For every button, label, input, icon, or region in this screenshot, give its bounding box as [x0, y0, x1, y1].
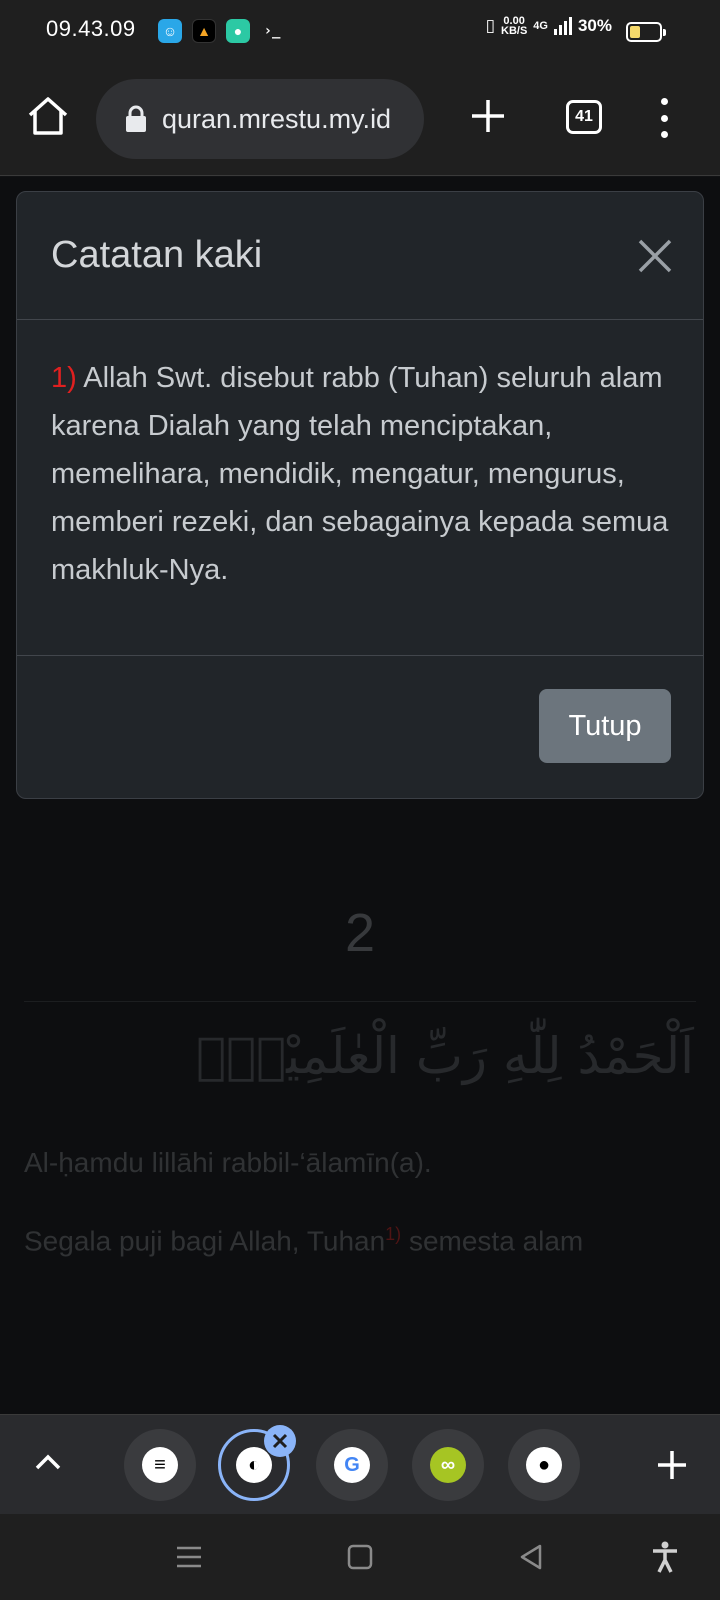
tab-count: 41 [575, 108, 593, 125]
battery-icon [626, 22, 666, 42]
notification-icons: ☺ ▲ ● ›_ [158, 19, 284, 43]
close-button[interactable]: Tutup [539, 689, 671, 763]
signal-icon [553, 17, 572, 35]
google-icon: G [334, 1447, 370, 1483]
network-speed: 0.00 KB/S [501, 15, 528, 37]
footnote-modal: Catatan kaki 1) Allah Swt. disebut rabb … [16, 191, 704, 799]
add-tab-icon[interactable] [652, 1445, 692, 1485]
globe-icon: ◐ [236, 1447, 272, 1483]
status-indicators: ▯ 0.00 KB/S 4G 30% [485, 15, 612, 37]
close-tab-icon[interactable] [264, 1425, 296, 1457]
status-bar: 09.43.09 ☺ ▲ ● ›_ ▯ 0.00 KB/S 4G 30% [0, 0, 720, 64]
status-time: 09.43.09 [46, 16, 136, 41]
vibrate-icon: ▯ [485, 16, 495, 35]
github-icon: ● [526, 1447, 562, 1483]
tab-switcher-button[interactable]: 41 [566, 100, 602, 134]
new-tab-icon[interactable] [468, 96, 508, 136]
lock-icon [126, 105, 146, 132]
tab-thumbnail[interactable]: ∞ [412, 1429, 484, 1501]
home-icon[interactable] [26, 94, 70, 138]
tab-thumbnail[interactable]: G [316, 1429, 388, 1501]
footnote-text: 1) Allah Swt. disebut rabb (Tuhan) selur… [51, 362, 669, 586]
back-icon[interactable] [514, 1540, 548, 1574]
accessibility-icon[interactable] [648, 1540, 682, 1574]
notification-chat-icon: ● [226, 19, 250, 43]
terminal-icon: ›_ [263, 23, 281, 39]
link-icon: ∞ [430, 1447, 466, 1483]
recent-apps-icon[interactable] [172, 1540, 206, 1574]
footnote-number: 1) [51, 362, 77, 394]
battery-percent: 30% [577, 16, 612, 35]
tab-thumbnail[interactable]: ≡ [124, 1429, 196, 1501]
network-type: 4G [533, 20, 548, 32]
address-bar[interactable]: quran.mrestu.my.id [96, 79, 424, 159]
modal-body: 1) Allah Swt. disebut rabb (Tuhan) selur… [17, 320, 703, 656]
notification-app-icon: ☺ [158, 19, 182, 43]
tab-strip: ≡ ◐ G ∞ ● [0, 1414, 720, 1514]
system-nav-bar [0, 1514, 720, 1600]
battery-level [630, 26, 640, 38]
notification-app-icon: ▲ [192, 19, 216, 43]
browser-toolbar: quran.mrestu.my.id 41 [0, 64, 720, 176]
chevron-up-icon[interactable] [30, 1445, 66, 1481]
more-menu-icon[interactable] [654, 98, 674, 138]
site-favicon-icon: ≡ [142, 1447, 178, 1483]
close-icon[interactable] [635, 236, 675, 276]
home-button-icon[interactable] [343, 1540, 377, 1574]
modal-footer: Tutup [17, 656, 703, 798]
url-text[interactable]: quran.mrestu.my.id [162, 104, 391, 135]
tab-thumbnail[interactable]: ● [508, 1429, 580, 1501]
modal-header: Catatan kaki [17, 192, 703, 320]
modal-title: Catatan kaki [51, 234, 263, 276]
